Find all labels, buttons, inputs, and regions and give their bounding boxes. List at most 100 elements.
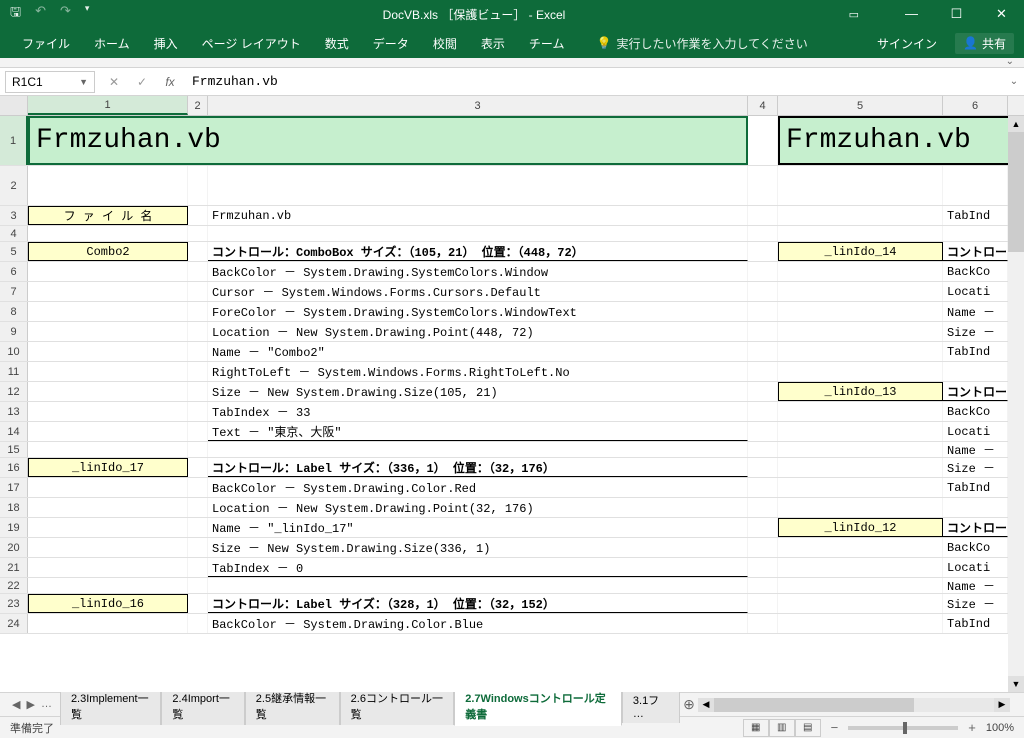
cell[interactable]: Locati bbox=[943, 558, 1008, 577]
qat-customize-icon[interactable]: ▾ bbox=[85, 3, 90, 25]
redo-icon[interactable]: ↷ bbox=[60, 3, 71, 25]
cell[interactable] bbox=[28, 166, 188, 205]
cell[interactable]: TabInd bbox=[943, 478, 1008, 497]
cell[interactable] bbox=[28, 382, 188, 401]
cell[interactable] bbox=[188, 498, 208, 517]
cell[interactable] bbox=[748, 442, 778, 457]
formula-cancel-icon[interactable]: ✕ bbox=[100, 75, 128, 89]
cell[interactable] bbox=[778, 594, 943, 613]
sheet-tab[interactable]: 3.1フ … bbox=[622, 688, 680, 723]
hscroll-thumb[interactable] bbox=[714, 698, 914, 712]
cell[interactable] bbox=[943, 362, 1008, 381]
cell[interactable] bbox=[778, 322, 943, 341]
cell[interactable] bbox=[748, 422, 778, 441]
cell[interactable]: Locati bbox=[943, 422, 1008, 441]
cell[interactable] bbox=[28, 614, 188, 633]
cell[interactable] bbox=[188, 382, 208, 401]
cell[interactable] bbox=[208, 166, 748, 205]
cell[interactable]: Name － bbox=[943, 578, 1008, 593]
cell[interactable] bbox=[748, 478, 778, 497]
view-page-break-icon[interactable]: ▤ bbox=[795, 719, 821, 737]
share-button[interactable]: 👤 共有 bbox=[955, 33, 1014, 54]
row-header[interactable]: 8 bbox=[0, 302, 28, 321]
cell[interactable] bbox=[748, 382, 778, 401]
row-header[interactable]: 14 bbox=[0, 422, 28, 441]
cell[interactable] bbox=[188, 518, 208, 537]
cell[interactable] bbox=[943, 498, 1008, 517]
row-header[interactable]: 21 bbox=[0, 558, 28, 577]
cell[interactable] bbox=[188, 538, 208, 557]
row-header[interactable]: 24 bbox=[0, 614, 28, 633]
cell[interactable]: Name － "_linIdo_17" bbox=[208, 518, 748, 537]
cell[interactable] bbox=[748, 206, 778, 225]
cell[interactable] bbox=[778, 458, 943, 477]
name-box-dropdown-icon[interactable]: ▼ bbox=[79, 77, 88, 87]
control-label[interactable]: _linIdo_12 bbox=[778, 518, 943, 537]
view-page-layout-icon[interactable]: ▥ bbox=[769, 719, 795, 737]
select-all-corner[interactable] bbox=[0, 96, 28, 115]
tab-data[interactable]: データ bbox=[361, 35, 421, 52]
cell[interactable]: RightToLeft － System.Windows.Forms.Right… bbox=[208, 362, 748, 381]
cell[interactable] bbox=[778, 614, 943, 633]
row-header[interactable]: 6 bbox=[0, 262, 28, 281]
control-label[interactable]: _linIdo_16 bbox=[28, 594, 188, 613]
row-header[interactable]: 20 bbox=[0, 538, 28, 557]
cell[interactable]: Name － bbox=[943, 302, 1008, 321]
cell[interactable] bbox=[778, 538, 943, 557]
row-header[interactable]: 4 bbox=[0, 226, 28, 241]
cell[interactable] bbox=[28, 362, 188, 381]
sheet-nav-first-icon[interactable]: ◀ bbox=[12, 698, 20, 711]
control-header[interactable]: コントロール：Label サイズ：（336，1） 位置：（32，176） bbox=[208, 458, 748, 477]
cell[interactable]: Locati bbox=[943, 282, 1008, 301]
cell[interactable] bbox=[748, 362, 778, 381]
cell[interactable]: コントロー bbox=[943, 242, 1008, 261]
cell[interactable]: Size － bbox=[943, 322, 1008, 341]
cell[interactable] bbox=[778, 578, 943, 593]
control-label[interactable]: _linIdo_14 bbox=[778, 242, 943, 261]
cell[interactable] bbox=[208, 578, 748, 593]
cell[interactable] bbox=[748, 518, 778, 537]
cell[interactable]: コントロー bbox=[943, 518, 1008, 537]
cell[interactable] bbox=[778, 166, 943, 205]
cell[interactable] bbox=[748, 262, 778, 281]
tab-page-layout[interactable]: ページ レイアウト bbox=[190, 35, 313, 52]
cell[interactable] bbox=[748, 498, 778, 517]
row-header[interactable]: 19 bbox=[0, 518, 28, 537]
cell[interactable] bbox=[28, 422, 188, 441]
tab-review[interactable]: 校閲 bbox=[421, 35, 469, 52]
cell[interactable] bbox=[188, 558, 208, 577]
zoom-level[interactable]: 100% bbox=[986, 722, 1014, 734]
cell[interactable] bbox=[188, 302, 208, 321]
cell[interactable] bbox=[943, 166, 1008, 205]
cell[interactable] bbox=[188, 166, 208, 205]
cell[interactable] bbox=[188, 614, 208, 633]
cell[interactable] bbox=[28, 402, 188, 421]
cell[interactable] bbox=[188, 478, 208, 497]
cell[interactable] bbox=[748, 322, 778, 341]
collapse-caret-icon[interactable]: ⌄ bbox=[1006, 56, 1014, 67]
control-label[interactable]: _linIdo_17 bbox=[28, 458, 188, 477]
tab-view[interactable]: 表示 bbox=[469, 35, 517, 52]
control-header[interactable]: コントロール：ComboBox サイズ：（105，21） 位置：（448，72） bbox=[208, 242, 748, 261]
cell[interactable] bbox=[748, 116, 778, 165]
row-header[interactable]: 13 bbox=[0, 402, 28, 421]
cell[interactable] bbox=[748, 166, 778, 205]
cell[interactable]: Location － New System.Drawing.Point(32, … bbox=[208, 498, 748, 517]
cell[interactable]: BackCo bbox=[943, 402, 1008, 421]
formula-input[interactable]: Frmzuhan.vb bbox=[184, 74, 1004, 89]
cell[interactable] bbox=[28, 226, 188, 241]
tab-insert[interactable]: 挿入 bbox=[142, 35, 190, 52]
cell[interactable] bbox=[778, 302, 943, 321]
save-icon[interactable]: 🖫 bbox=[10, 3, 21, 25]
cell[interactable] bbox=[28, 478, 188, 497]
cell[interactable] bbox=[208, 226, 748, 241]
worksheet-grid[interactable]: 1 2 3 4 5 6 1 Frmzuhan.vb Frmzuhan.vb 2 … bbox=[0, 96, 1024, 692]
cell[interactable] bbox=[748, 242, 778, 261]
row-header[interactable]: 16 bbox=[0, 458, 28, 477]
cell[interactable]: TabIndex － 0 bbox=[208, 558, 748, 577]
cell[interactable]: コントロー bbox=[943, 382, 1008, 401]
cell[interactable] bbox=[28, 322, 188, 341]
title-cell-right[interactable]: Frmzuhan.vb bbox=[778, 116, 1008, 165]
row-header[interactable]: 18 bbox=[0, 498, 28, 517]
cell[interactable] bbox=[188, 322, 208, 341]
